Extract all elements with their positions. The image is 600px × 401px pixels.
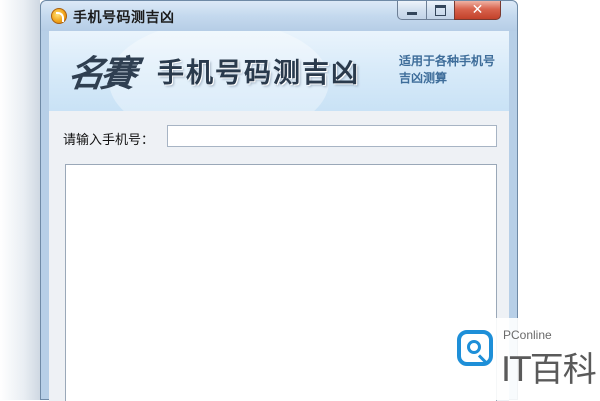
- app-icon[interactable]: [51, 8, 67, 24]
- watermark-text: IT百科: [501, 350, 597, 390]
- watermark-brand: PConline: [503, 328, 552, 342]
- banner-subtitle: 适用于各种手机号吉凶测算: [399, 54, 496, 85]
- banner-title: 手机号码测吉凶: [157, 58, 360, 89]
- header-banner: 名賽 手机号码测吉凶 适用于各种手机号吉凶测算: [49, 31, 509, 111]
- maximize-button[interactable]: [426, 1, 455, 20]
- title-bar[interactable]: 手机号码测吉凶 ✕: [41, 1, 517, 31]
- close-icon: ✕: [471, 2, 484, 18]
- watermark: PConline IT百科: [445, 318, 600, 400]
- phone-number-input[interactable]: [167, 125, 497, 147]
- window-title: 手机号码测吉凶: [73, 10, 175, 26]
- close-button[interactable]: ✕: [454, 1, 501, 20]
- magnifier-logo-icon: [457, 330, 493, 366]
- maximize-icon: [435, 4, 446, 16]
- result-textarea[interactable]: [65, 164, 497, 401]
- brand-logo: 名賽: [65, 53, 136, 95]
- phone-input-label: 请输入手机号：: [63, 133, 155, 148]
- desktop-background: [0, 0, 40, 400]
- form-panel: 请输入手机号：: [49, 111, 509, 401]
- minimize-icon: [407, 11, 417, 15]
- minimize-button[interactable]: [397, 1, 427, 20]
